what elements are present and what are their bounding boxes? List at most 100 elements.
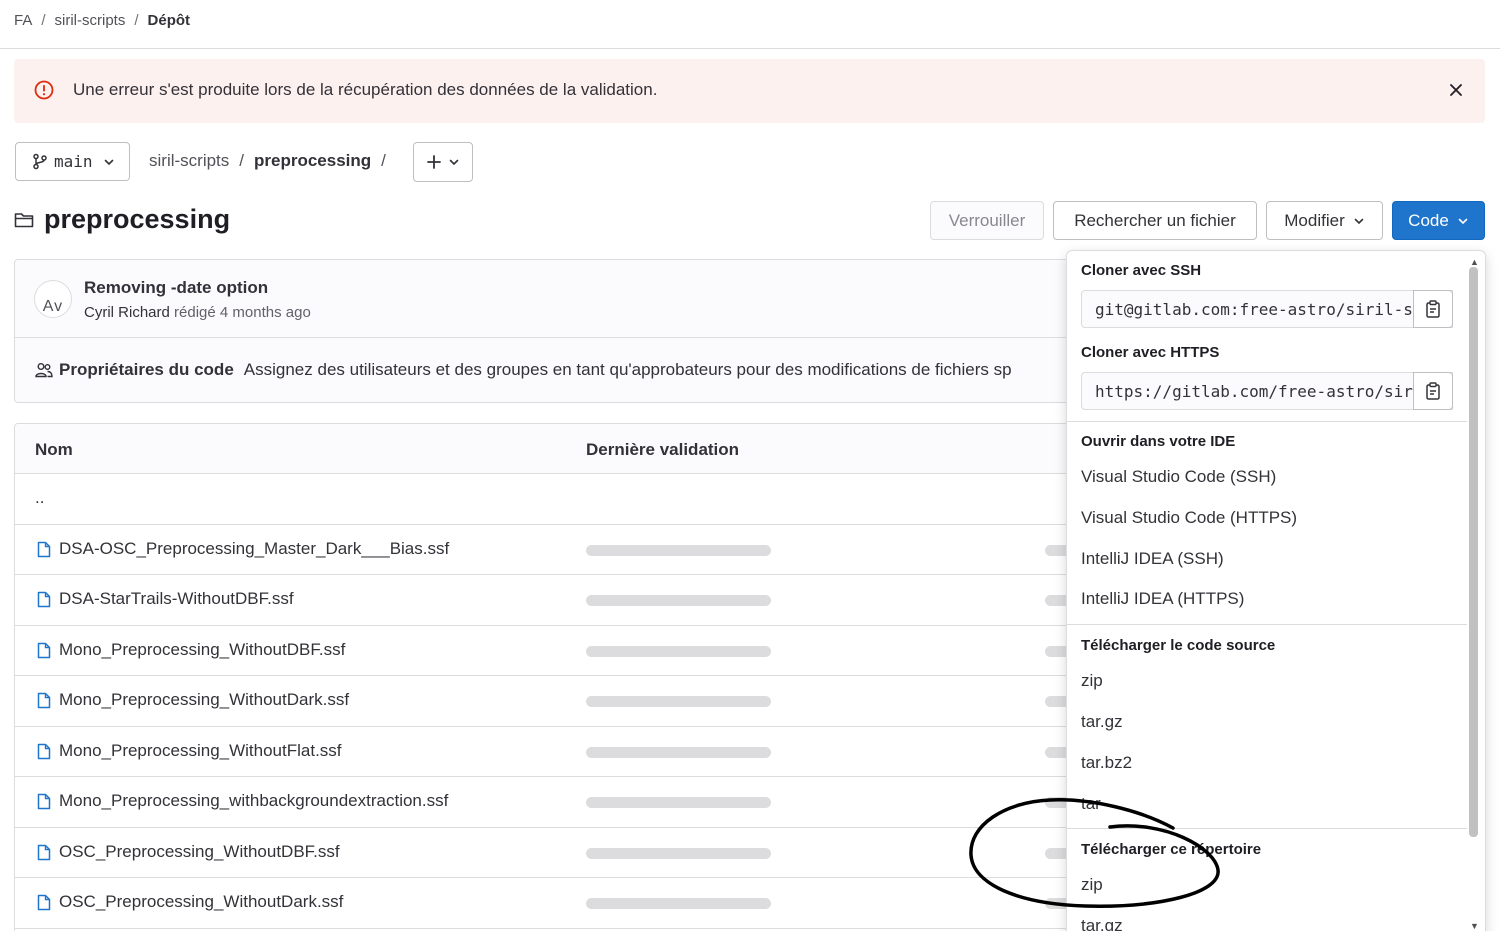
download-source-tar-bz2[interactable]: tar.bz2: [1081, 753, 1132, 773]
download-directory-zip[interactable]: zip: [1081, 875, 1103, 895]
breadcrumb-separator: /: [41, 12, 46, 29]
column-name-header: Nom: [35, 440, 73, 459]
table-row[interactable]: Mono_Preprocessing_WithoutDark.ssf: [15, 676, 1073, 727]
copy-to-clipboard-icon: [1426, 300, 1440, 318]
last-commit-panel: Av Removing -date option Cyril Richard r…: [14, 259, 1074, 403]
table-row[interactable]: Mono_Preprocessing_WithoutDBF.ssf: [15, 626, 1073, 676]
column-last-commit-header: Dernière validation: [586, 440, 740, 459]
commit-verb: rédigé: [174, 304, 216, 321]
breadcrumb-item-group[interactable]: FA: [14, 12, 32, 29]
chevron-down-icon: [1458, 218, 1468, 224]
dropdown-divider: [1067, 624, 1467, 625]
chevron-down-icon: [104, 159, 113, 165]
breadcrumb: FA / siril-scripts / Dépôt: [14, 12, 190, 29]
copy-to-clipboard-icon: [1426, 382, 1440, 400]
commit-meta: Cyril Richard rédigé 4 months ago: [84, 304, 311, 321]
clone-ssh-label: Cloner avec SSH: [1081, 262, 1202, 279]
dropdown-divider: [1067, 828, 1467, 829]
copy-https-button[interactable]: [1413, 372, 1453, 410]
file-name-link[interactable]: Mono_Preprocessing_WithoutFlat.ssf: [59, 741, 342, 761]
table-row[interactable]: Mono_Preprocessing_withbackgroundextract…: [15, 777, 1073, 828]
ide-vscode-ssh[interactable]: Visual Studio Code (SSH): [1081, 467, 1276, 487]
loading-skeleton: [586, 696, 771, 707]
breadcrumb-item-project[interactable]: siril-scripts: [55, 12, 126, 29]
copy-ssh-button[interactable]: [1413, 290, 1453, 328]
repo-path: siril-scripts / preprocessing /: [149, 151, 386, 171]
download-directory-tar-gz[interactable]: tar.gz: [1081, 916, 1123, 931]
table-row[interactable]: Mono_Preprocessing_WithoutFlat.ssf: [15, 727, 1073, 777]
branch-name: main: [54, 152, 93, 171]
error-alert: Une erreur s'est produite lors de la réc…: [14, 59, 1485, 123]
clone-ssh-input[interactable]: git@gitlab.com:free-astro/siril-scripts.…: [1081, 290, 1453, 328]
download-source-tar[interactable]: tar: [1081, 794, 1101, 814]
ide-vscode-https[interactable]: Visual Studio Code (HTTPS): [1081, 508, 1297, 528]
file-name-link[interactable]: Mono_Preprocessing_withbackgroundextract…: [59, 791, 448, 811]
download-source-tar-gz[interactable]: tar.gz: [1081, 712, 1123, 732]
edit-dropdown-button[interactable]: Modifier: [1266, 201, 1383, 240]
table-row[interactable]: OSC_Preprocessing_WithoutDark.ssf: [15, 878, 1073, 929]
ide-intellij-https[interactable]: IntelliJ IDEA (HTTPS): [1081, 589, 1244, 609]
table-row-parent[interactable]: ..: [15, 474, 1073, 525]
code-owners-label: Propriétaires du code: [59, 360, 234, 379]
table-header: Nom Dernière validation: [15, 424, 1073, 474]
ide-intellij-ssh[interactable]: IntelliJ IDEA (SSH): [1081, 549, 1224, 569]
file-name-link[interactable]: Mono_Preprocessing_WithoutDBF.ssf: [59, 640, 345, 660]
commit-time: 4 months ago: [219, 304, 311, 321]
file-name-link[interactable]: DSA-StarTrails-WithoutDBF.ssf: [59, 589, 294, 609]
code-dropdown-button[interactable]: Code: [1392, 201, 1485, 240]
code-owners-text: Assignez des utilisateurs et des groupes…: [243, 360, 1012, 379]
file-icon: [37, 591, 51, 608]
users-icon: [35, 363, 53, 378]
commit-summary: Av Removing -date option Cyril Richard r…: [15, 260, 1073, 338]
code-button-label: Code: [1408, 210, 1449, 230]
file-name-link[interactable]: OSC_Preprocessing_WithoutDark.ssf: [59, 892, 343, 912]
file-icon: [37, 692, 51, 709]
file-icon: [37, 793, 51, 810]
top-bar: FA / siril-scripts / Dépôt: [0, 0, 1500, 49]
edit-button-label: Modifier: [1284, 210, 1345, 230]
file-icon: [37, 894, 51, 911]
dropdown-scrollbar[interactable]: [1469, 267, 1478, 837]
scroll-up-arrow[interactable]: ▲: [1470, 257, 1479, 267]
parent-directory-link[interactable]: ..: [35, 488, 44, 508]
clone-https-label: Cloner avec HTTPS: [1081, 344, 1220, 361]
table-row[interactable]: DSA-OSC_Preprocessing_Master_Dark___Bias…: [15, 525, 1073, 575]
clone-https-input[interactable]: https://gitlab.com/free-astro/siril-scri…: [1081, 372, 1453, 410]
branch-selector[interactable]: main: [15, 142, 130, 181]
code-dropdown-menu: Cloner avec SSH git@gitlab.com:free-astr…: [1066, 250, 1486, 931]
loading-skeleton: [586, 645, 771, 657]
close-icon[interactable]: [1447, 81, 1465, 99]
path-folder-link[interactable]: preprocessing: [254, 151, 371, 171]
code-owners: Propriétaires du code Assignez des utili…: [35, 360, 1012, 380]
file-name-link[interactable]: Mono_Preprocessing_WithoutDark.ssf: [59, 690, 349, 710]
dropdown-divider: [1067, 421, 1467, 422]
download-source-zip[interactable]: zip: [1081, 671, 1103, 691]
file-icon: [37, 541, 51, 557]
add-to-tree-button[interactable]: [413, 142, 473, 182]
path-root-link[interactable]: siril-scripts: [149, 151, 229, 171]
branch-icon: [33, 153, 47, 170]
scroll-down-arrow[interactable]: ▼: [1470, 921, 1479, 931]
loading-skeleton: [586, 847, 771, 859]
commit-author[interactable]: Cyril Richard: [84, 304, 170, 321]
folder-icon: [14, 213, 34, 228]
page-title: preprocessing: [44, 204, 231, 234]
open-in-ide-label: Ouvrir dans votre IDE: [1081, 433, 1236, 450]
path-separator: /: [239, 151, 245, 170]
avatar[interactable]: Av: [34, 280, 72, 318]
loading-skeleton: [586, 898, 771, 909]
lock-button[interactable]: Verrouiller: [930, 201, 1044, 240]
loading-skeleton: [586, 595, 771, 606]
loading-skeleton: [586, 797, 771, 808]
loading-skeleton: [586, 544, 771, 556]
file-icon: [37, 642, 51, 658]
file-name-link[interactable]: OSC_Preprocessing_WithoutDBF.ssf: [59, 842, 340, 862]
breadcrumb-item-repository[interactable]: Dépôt: [148, 12, 191, 29]
plus-icon: [427, 155, 441, 169]
file-name-link[interactable]: DSA-OSC_Preprocessing_Master_Dark___Bias…: [59, 539, 449, 559]
commit-title[interactable]: Removing -date option: [84, 278, 268, 298]
table-row[interactable]: DSA-StarTrails-WithoutDBF.ssf: [15, 575, 1073, 626]
find-file-button[interactable]: Rechercher un fichier: [1053, 201, 1257, 240]
file-table: Nom Dernière validation .. DSA-OSC_Prepr…: [14, 423, 1074, 931]
table-row[interactable]: OSC_Preprocessing_WithoutDBF.ssf: [15, 828, 1073, 878]
